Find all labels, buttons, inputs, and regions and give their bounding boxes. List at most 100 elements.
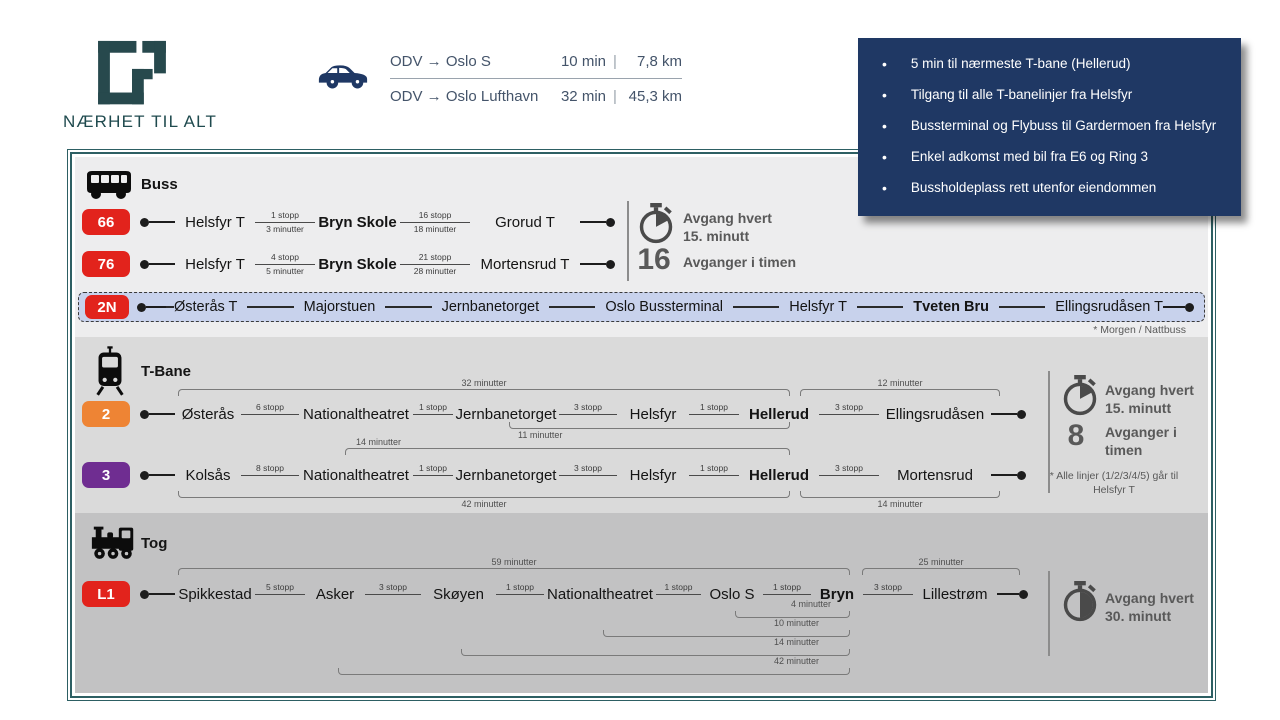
station-name: Nationaltheatret [303, 405, 409, 423]
station-name: Grorud T [495, 213, 555, 231]
station-name: Mortensrud [897, 466, 973, 484]
station-name: Østerås [181, 405, 235, 423]
leg-time: 18 minutter [413, 223, 457, 234]
route-start-dot [140, 409, 175, 419]
bracket-label: 14 minutter [356, 437, 402, 447]
station-name: Bryn Skole [318, 255, 397, 273]
station-name: Asker [315, 585, 355, 603]
route-line [999, 306, 1046, 308]
leg-stops: 4 stopp [255, 252, 315, 265]
station-name: Helsfyr T [185, 213, 245, 231]
bullet-item: • 5 min til nærmeste T-bane (Hellerud) [858, 48, 1241, 79]
bullet-text: Bussholdeplass rett utenfor eiendommen [910, 180, 1157, 195]
bullet-icon: • [882, 148, 887, 165]
train-icon [89, 523, 139, 568]
headway-text: Avgang hvert 15. minutt [1105, 382, 1194, 417]
station-name: Tveten Bru [913, 299, 989, 315]
route-leg: 1 stopp [689, 402, 739, 425]
route-leg: 6 stopp [241, 402, 299, 425]
footnote-alle-linjer: * Alle linjer (1/2/3/4/5) går til Helsfy… [1049, 470, 1179, 497]
route-end-dot [991, 470, 1026, 480]
bracket-label: 12 minutter [877, 378, 923, 388]
metro-line-2: 2 Østerås 6 stopp Nationaltheatret 1 sto… [82, 401, 1026, 427]
leg-stops: 3 stopp [819, 402, 879, 415]
station-name: Nationaltheatret [547, 585, 653, 603]
bracket-label: 14 minutter [773, 637, 819, 647]
leg-stops: 1 stopp [413, 402, 453, 415]
brand-logo [95, 38, 169, 113]
station-name: Helsfyr T [789, 299, 848, 315]
route-leg: 1 stopp [496, 582, 544, 605]
leg-stops: 5 stopp [255, 582, 305, 595]
leg-stops: 3 stopp [863, 582, 913, 595]
time-bracket: 32 minutter [178, 378, 790, 396]
leg-time: 3 minutter [266, 223, 304, 234]
bracket-label: 11 minutter [518, 430, 563, 440]
bullet-item: • Bussholdeplass rett utenfor eiendommen [858, 172, 1241, 203]
station-name: Jernbanetorget [455, 405, 557, 423]
divider [1048, 571, 1050, 656]
separator: | [613, 53, 617, 70]
route-start-dot [140, 589, 175, 599]
route-leg: 8 stopp [241, 463, 299, 486]
bullet-icon: • [882, 117, 887, 134]
route-line [166, 306, 174, 308]
bracket-label: 42 minutter [461, 499, 507, 509]
route-leg: 3 stopp [863, 582, 913, 605]
route-line [549, 306, 596, 308]
stopwatch-icon [1061, 581, 1099, 628]
route-badge: 3 [82, 462, 130, 488]
station-name: Nationaltheatret [303, 466, 409, 484]
leg-stops: 1 stopp [763, 582, 811, 595]
route-start-dot [137, 302, 166, 312]
station-name: Helsfyr [629, 405, 677, 423]
station-name: Oslo S [709, 585, 755, 603]
station-name: Oslo Bussterminal [605, 299, 724, 315]
callout-panel: • 5 min til nærmeste T-bane (Hellerud) • T… [858, 38, 1241, 216]
time-value: 32 min [560, 87, 606, 105]
section-title-tog: Tog [141, 535, 168, 552]
section-title-tbane: T-Bane [141, 363, 192, 380]
time-bracket: 10 minutter [603, 618, 850, 637]
leg-stops: 3 stopp [559, 402, 617, 415]
drive-time-row: ODV → Oslo Lufthavn 32 min | 45,3 km [390, 79, 682, 113]
time-bracket: 42 minutter [178, 491, 790, 509]
bracket-label: 32 minutter [461, 378, 507, 388]
route-leg: 21 stopp 28 minutter [400, 252, 470, 276]
route-badge: 2 [82, 401, 130, 427]
leg-stops: 1 stopp [689, 463, 739, 476]
route-leg: 3 stopp [819, 402, 879, 425]
route-start-dot [140, 470, 175, 480]
bullet-text: Tilgang til alle T-banelinjer fra Helsfy… [910, 87, 1133, 102]
station-name: Lillestrøm [922, 585, 988, 603]
leg-stops: 3 stopp [559, 463, 617, 476]
night-route-row: 2N Østerås T Majorstuen Jernbanetorget O… [78, 292, 1205, 322]
brand-logo-icon [98, 40, 166, 105]
station-name: Jernbanetorget [455, 466, 557, 484]
station-name: Kolsås [185, 466, 231, 484]
transit-board: Buss 66 Helsfyr T 1 stopp 3 minutter Bry… [67, 149, 1216, 701]
headway-text: Avgang hvert 15. minutt [683, 210, 772, 245]
time-bracket: 14 minutter [461, 637, 850, 656]
route-leg: 1 stopp [413, 402, 453, 425]
station-name: Ellingsrudåsen T [1055, 299, 1163, 315]
brand-title: NÆRHET TIL ALT [63, 112, 218, 131]
bracket-label: 25 minutter [918, 557, 964, 567]
bus-route-76: 76 Helsfyr T 4 stopp 5 minutter Bryn Sko… [82, 251, 615, 277]
bullet-text: Bussterminal og Flybuss til Gardermoen f… [910, 118, 1217, 133]
route-label: ODV → Oslo S [390, 53, 491, 70]
frequency-count: 8 [1067, 419, 1085, 452]
route-end-dot [991, 409, 1026, 419]
bracket-label: 14 minutter [877, 499, 923, 509]
leg-stops: 21 stopp [400, 252, 470, 265]
time-bracket: 42 minutter [338, 656, 850, 675]
route-badge: 66 [82, 209, 130, 235]
leg-stops: 1 stopp [656, 582, 701, 595]
route-start-dot [140, 217, 175, 227]
bullet-icon: • [882, 179, 887, 196]
route-line [247, 306, 294, 308]
station-name: Majorstuen [303, 299, 376, 315]
route-leg: 3 stopp [559, 463, 617, 486]
route-badge: L1 [82, 581, 130, 607]
bracket-label: 59 minutter [491, 557, 537, 567]
